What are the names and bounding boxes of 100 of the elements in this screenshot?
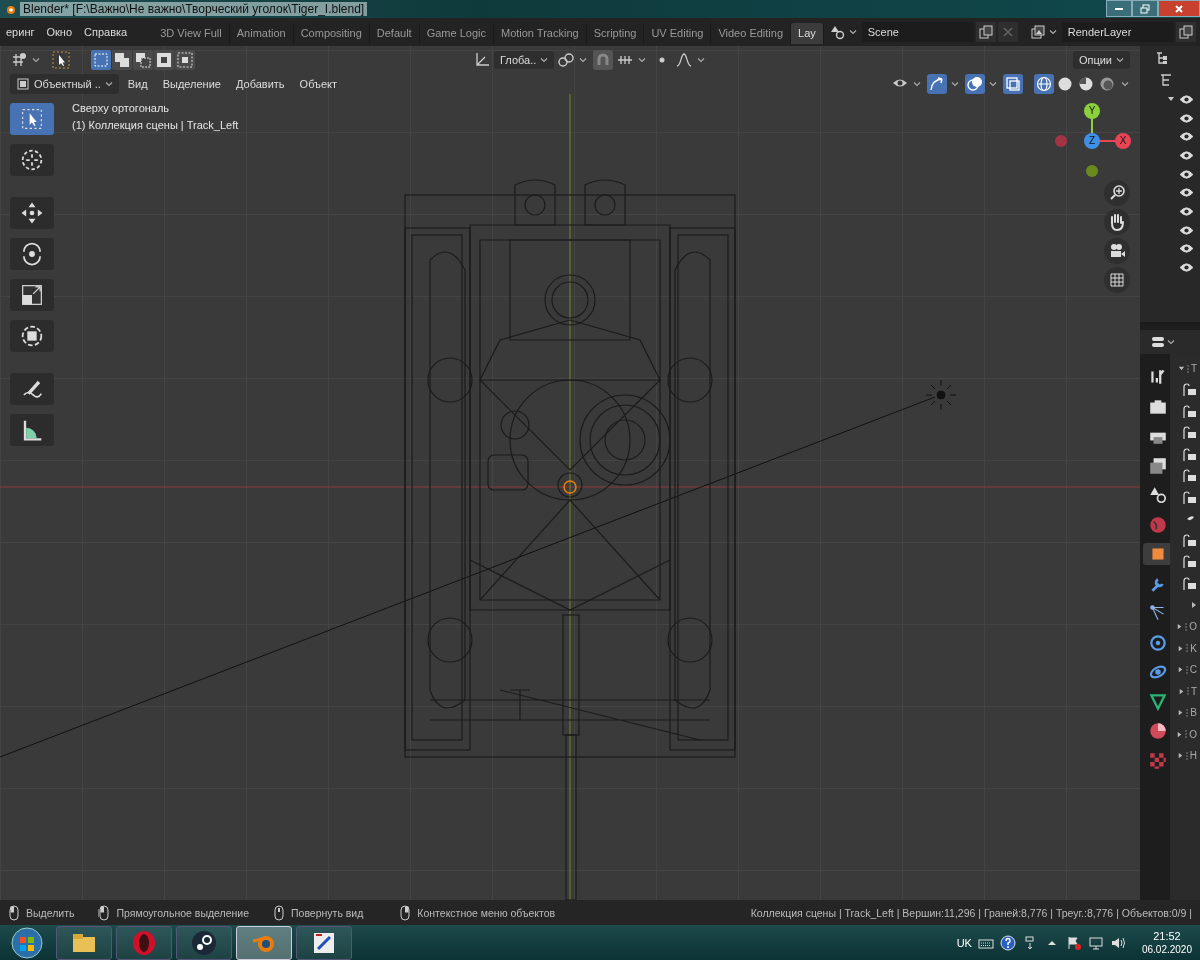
scale-tool-icon[interactable] [10, 279, 54, 311]
workspace-tab[interactable]: Scripting [586, 23, 645, 44]
move-tool-icon[interactable] [10, 197, 54, 229]
viewport-3d[interactable]: Глоба.. Опции Объектный .. Вид Выделение Добавить Объект Сверху ортогональ (1) Коллекция сцены | Track_Left Y Z X [0, 46, 1140, 900]
view-layer-field[interactable]: RenderLayer [1061, 22, 1174, 42]
selection-mode-icon[interactable] [112, 50, 132, 70]
clock-time[interactable]: 21:52 [1153, 928, 1181, 943]
object-tab-icon[interactable] [1143, 543, 1173, 565]
magnet-icon[interactable] [593, 50, 614, 70]
workspace-tab[interactable]: Game Logic [419, 23, 494, 44]
editor-type-icon[interactable] [10, 51, 28, 69]
workspace-tab[interactable]: 3D View Full [153, 23, 230, 44]
checkbox-image-icon[interactable] [1181, 447, 1197, 462]
monitor-icon[interactable] [1087, 934, 1104, 951]
blender-taskbar-button[interactable] [236, 925, 292, 960]
mode-dropdown[interactable]: Объектный .. [10, 74, 119, 94]
grid-icon[interactable] [1104, 267, 1130, 293]
hand-icon[interactable] [1104, 209, 1130, 235]
falloff-curve-icon[interactable] [675, 51, 694, 69]
panel-header[interactable]: C [1176, 664, 1197, 676]
checkbox-image-icon[interactable] [1181, 383, 1197, 398]
eye-icon[interactable] [1179, 224, 1194, 236]
minimize-button[interactable] [1106, 0, 1132, 17]
panel-header[interactable]: B [1177, 707, 1197, 719]
x-axis-ball[interactable]: X [1115, 133, 1131, 149]
menu-item[interactable]: Окно [40, 26, 79, 38]
checkbox-image-icon[interactable] [1181, 426, 1197, 441]
caret-icon[interactable] [1167, 338, 1175, 346]
caret-icon[interactable] [1121, 80, 1129, 88]
menu-item[interactable]: Выделение [156, 75, 227, 93]
panel-header[interactable]: T [1177, 363, 1197, 375]
caret-icon[interactable] [32, 56, 40, 64]
scene-field[interactable]: Scene [861, 22, 974, 42]
eye-icon[interactable] [1179, 243, 1194, 255]
checkbox-image-icon[interactable] [1181, 576, 1197, 591]
overlay-circles-icon[interactable] [965, 74, 985, 94]
menu-item[interactable]: Вид [121, 75, 154, 93]
eye-icon[interactable] [1179, 149, 1194, 161]
workspace-tab[interactable]: Motion Tracking [493, 23, 587, 44]
close-button[interactable] [1158, 0, 1200, 17]
caret-icon[interactable] [638, 56, 647, 64]
panel-header[interactable]: O [1176, 621, 1197, 633]
orientation-dropdown[interactable]: Глоба.. [494, 51, 555, 69]
panel-header[interactable]: T [1177, 685, 1197, 697]
negative-y-axis-dot[interactable] [1086, 165, 1098, 177]
flag-icon[interactable] [1065, 934, 1082, 951]
eye-icon[interactable] [1179, 187, 1194, 199]
workspace-tab[interactable]: Animation [229, 23, 294, 44]
shading-mode-icon[interactable] [1034, 74, 1054, 94]
link-icon[interactable] [557, 51, 576, 69]
annotate-tool-icon[interactable] [10, 373, 54, 405]
transform-tool-icon[interactable] [10, 320, 54, 352]
close-icon[interactable] [997, 22, 1018, 42]
selection-mode-icon[interactable] [175, 50, 195, 70]
xray-icon[interactable] [1003, 74, 1023, 94]
folder-taskbar-button[interactable] [56, 925, 112, 960]
rotate-tool-icon[interactable] [10, 238, 54, 270]
zoom-icon[interactable] [1104, 180, 1130, 206]
menu-item[interactable]: Добавить [229, 75, 291, 93]
menu-item[interactable]: еринг [0, 26, 41, 38]
caret-icon[interactable] [579, 56, 588, 64]
caret-icon[interactable] [913, 80, 921, 88]
caret-icon[interactable] [951, 80, 959, 88]
eye-icon[interactable] [1179, 205, 1194, 217]
paint-taskbar-button[interactable] [296, 925, 352, 960]
workspace-tab[interactable]: UV Editing [644, 23, 712, 44]
z-axis-ball[interactable]: Z [1084, 133, 1100, 149]
measure-tool-icon[interactable] [10, 414, 54, 446]
copy-icon[interactable] [1175, 22, 1196, 42]
eye-icon[interactable] [1179, 168, 1194, 180]
eye-icon[interactable] [1179, 262, 1194, 274]
cursor-tool-icon[interactable] [10, 144, 54, 176]
scene-icon[interactable] [829, 24, 846, 40]
language-indicator[interactable]: UK [956, 936, 972, 949]
clock-date[interactable]: 06.02.2020 [1141, 942, 1192, 957]
copy-icon[interactable] [975, 22, 996, 42]
select-tool-icon[interactable] [52, 51, 70, 69]
options-dropdown[interactable]: Опции [1072, 51, 1130, 69]
outliner-display-icon[interactable] [1154, 50, 1170, 66]
menu-item[interactable]: Объект [293, 75, 344, 93]
help-icon[interactable] [999, 934, 1016, 951]
y-axis-ball[interactable]: Y [1084, 103, 1100, 119]
menu-item[interactable]: Справка [78, 26, 134, 38]
selection-mode-icon[interactable] [133, 50, 153, 70]
checkbox-image-icon[interactable] [1181, 555, 1197, 570]
workspace-tab[interactable]: Default [369, 23, 420, 44]
checkbox-image-icon[interactable] [1181, 490, 1197, 505]
start-orb-icon[interactable] [10, 925, 44, 960]
caret-icon[interactable] [697, 56, 706, 64]
checkbox-image-icon[interactable] [1181, 469, 1197, 484]
axes-icon[interactable] [473, 51, 491, 69]
image-stack-icon[interactable] [1029, 24, 1046, 40]
maximize-button[interactable] [1132, 0, 1158, 17]
eye-icon[interactable] [1179, 112, 1194, 124]
checkbox-image-icon[interactable] [1181, 533, 1197, 548]
panel-header[interactable]: K [1177, 642, 1197, 654]
eye-icon[interactable] [1179, 93, 1194, 105]
eye-icon[interactable] [1179, 131, 1194, 143]
negative-x-axis-dot[interactable] [1055, 135, 1067, 147]
editor-type-icon[interactable] [1150, 334, 1166, 350]
